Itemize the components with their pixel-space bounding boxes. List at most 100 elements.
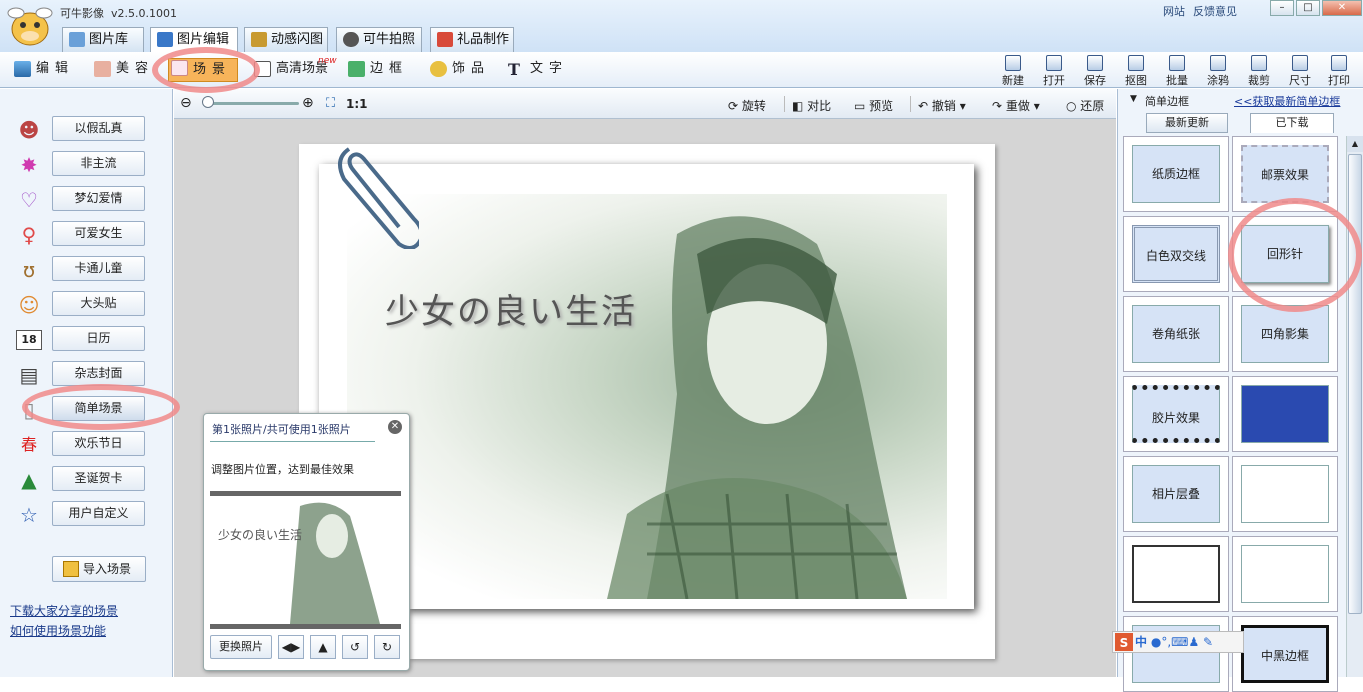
scene-button[interactable]: 用户自定义 xyxy=(52,501,145,526)
open-button[interactable]: 打开 xyxy=(1035,55,1073,88)
scene-category[interactable]: ʊ 卡通儿童 xyxy=(16,256,176,284)
border-thumb[interactable] xyxy=(1232,376,1338,452)
scene-category[interactable]: ▲ 圣诞贺卡 xyxy=(16,466,176,494)
tool-hd-scene[interactable]: 高清场景 new xyxy=(252,56,337,80)
actual-size-button[interactable]: 1:1 xyxy=(346,97,368,111)
scene-category[interactable]: ♡ 梦幻爱情 xyxy=(16,186,176,214)
maximize-icon[interactable]: □ xyxy=(1296,0,1320,16)
border-thumb[interactable]: 卷角纸张 xyxy=(1123,296,1229,372)
crop-button[interactable]: 裁剪 xyxy=(1240,55,1278,88)
border-thumb[interactable] xyxy=(1232,456,1338,532)
undo-button[interactable]: ↶ 撤销 ▾ xyxy=(918,97,966,114)
border-thumb[interactable] xyxy=(1123,616,1229,692)
scene-button[interactable]: 卡通儿童 xyxy=(52,256,145,281)
scene-button[interactable]: 日历 xyxy=(52,326,145,351)
close-icon[interactable]: ✕ xyxy=(1322,0,1362,16)
scene-button[interactable]: 可爱女生 xyxy=(52,221,145,246)
scene-category[interactable]: 春欢乐节日 xyxy=(16,431,176,459)
tab-photo-library[interactable]: 图片库 xyxy=(62,27,144,52)
popup-thumbnail[interactable]: 少女の良い生活 xyxy=(210,491,401,629)
close-popup-icon[interactable]: ✕ xyxy=(388,420,402,434)
new-button[interactable]: 新建 xyxy=(994,55,1032,88)
scene-category[interactable]: ☺ 大头贴 xyxy=(16,291,176,319)
tool-border[interactable]: 边框 xyxy=(346,60,408,80)
import-icon xyxy=(63,561,79,577)
canvas-toolbar: ⊖ ⊕ ⛶ 1:1 ⟳ 旋转 ◧ 对比 ▭ 预览 ↶ 撤销 ▾ ↷ 重做 ▾ ○… xyxy=(174,89,1116,119)
tab-gift[interactable]: 礼品制作 xyxy=(430,27,514,52)
help-link[interactable]: 如何使用场景功能 xyxy=(10,622,106,639)
preview-button[interactable]: ▭ 预览 xyxy=(854,97,893,114)
tab-downloaded[interactable]: 已下载 xyxy=(1250,113,1334,133)
brush-icon xyxy=(1210,55,1226,71)
border-thumb[interactable] xyxy=(1123,536,1229,612)
scene-button[interactable]: 非主流 xyxy=(52,151,145,176)
tool-text[interactable]: T 文字 xyxy=(506,60,568,80)
scroll-up-icon[interactable]: ▲ xyxy=(1347,136,1363,152)
highlight-circle xyxy=(152,47,260,93)
ime-toolbar[interactable]: S中 ●°,⌨♟ ✎ xyxy=(1112,631,1244,653)
zoom-slider[interactable] xyxy=(204,102,299,105)
ime-mode-label[interactable]: 中 xyxy=(1135,635,1147,649)
zoom-in-icon[interactable]: ⊕ xyxy=(302,95,314,111)
rotate-right-button[interactable]: ↻ xyxy=(374,635,400,659)
redo-button[interactable]: ↷ 重做 ▾ xyxy=(992,97,1040,114)
highlight-circle xyxy=(1228,198,1362,312)
print-button[interactable]: 打印 xyxy=(1320,55,1358,88)
tab-animated[interactable]: 动感闪图 xyxy=(244,27,328,52)
collapse-arrow-icon[interactable]: ▼ xyxy=(1130,94,1137,104)
female-icon: ♀ xyxy=(21,223,37,247)
fit-icon[interactable]: ⛶ xyxy=(326,96,335,111)
scene-button[interactable]: 欢乐节日 xyxy=(52,431,145,456)
scene-button[interactable]: 大头贴 xyxy=(52,291,145,316)
avatar-icon: ☺ xyxy=(18,293,40,317)
scene-button[interactable]: 圣诞贺卡 xyxy=(52,466,145,491)
scene-category[interactable]: ☻ 以假乱真 xyxy=(16,116,176,144)
cutout-button[interactable]: 抠图 xyxy=(1117,55,1155,88)
thumb-label xyxy=(1241,385,1329,443)
thumb-label: 胶片效果 xyxy=(1132,385,1220,443)
website-link[interactable]: 网站 xyxy=(1163,5,1185,18)
border-thumb[interactable]: 白色双交线 xyxy=(1123,216,1229,292)
photo-image[interactable]: 少女の良い生活 xyxy=(347,194,947,599)
save-button[interactable]: 保存 xyxy=(1076,55,1114,88)
rotate-button[interactable]: ⟳ 旋转 xyxy=(728,97,766,114)
scene-category[interactable]: ☆ 用户自定义 xyxy=(16,501,176,529)
compare-button[interactable]: ◧ 对比 xyxy=(792,97,831,114)
minimize-icon[interactable]: – xyxy=(1270,0,1294,16)
tab-camera[interactable]: 可牛拍照 xyxy=(336,27,422,52)
app-title: 可牛影像 v2.5.0.1001 xyxy=(60,7,177,20)
scene-category[interactable]: ♀ 可爱女生 xyxy=(16,221,176,249)
tool-ornament[interactable]: 饰品 xyxy=(428,60,490,80)
size-button[interactable]: 尺寸 xyxy=(1281,55,1319,88)
flip-vertical-button[interactable]: ▲ xyxy=(310,635,336,659)
import-scene-button[interactable]: 导入场景 xyxy=(52,556,146,582)
thumb-label xyxy=(1241,465,1329,523)
scene-button[interactable]: 以假乱真 xyxy=(52,116,145,141)
zoom-out-icon[interactable]: ⊖ xyxy=(180,95,192,111)
border-thumb[interactable] xyxy=(1232,536,1338,612)
scene-category[interactable]: ✸ 非主流 xyxy=(16,151,176,179)
download-scenes-link[interactable]: 下载大家分享的场景 xyxy=(10,602,118,619)
tool-edit[interactable]: 编辑 xyxy=(12,60,74,80)
rotate-left-button[interactable]: ↺ xyxy=(342,635,368,659)
thumb-scrollbar[interactable]: ▲ xyxy=(1346,136,1363,677)
feedback-link[interactable]: 反馈意见 xyxy=(1193,5,1237,18)
border-thumb[interactable]: 中黑边框 xyxy=(1232,616,1338,692)
tool-beauty[interactable]: 美容 xyxy=(92,60,154,80)
border-thumb[interactable]: 相片层叠 xyxy=(1123,456,1229,532)
doodle-button[interactable]: 涂鸦 xyxy=(1199,55,1237,88)
tab-latest[interactable]: 最新更新 xyxy=(1146,113,1228,133)
flip-horizontal-button[interactable]: ◀▶ xyxy=(278,635,304,659)
scene-button[interactable]: 梦幻爱情 xyxy=(52,186,145,211)
border-thumb[interactable]: 纸质边框 xyxy=(1123,136,1229,212)
ime-tools-icon[interactable]: ●°,⌨♟ ✎ xyxy=(1151,635,1213,649)
change-photo-button[interactable]: 更换照片 xyxy=(210,635,272,659)
sogou-logo-icon: S xyxy=(1115,633,1133,651)
zoom-slider-handle[interactable] xyxy=(202,96,214,108)
scene-button[interactable]: 杂志封面 xyxy=(52,361,145,386)
batch-button[interactable]: 批量 xyxy=(1158,55,1196,88)
restore-button[interactable]: ○ 还原 xyxy=(1066,97,1104,114)
border-thumb[interactable]: 胶片效果 xyxy=(1123,376,1229,452)
get-latest-link[interactable]: <<获取最新简单边框 xyxy=(1234,93,1340,109)
scene-category[interactable]: 18 日历 xyxy=(16,326,176,354)
